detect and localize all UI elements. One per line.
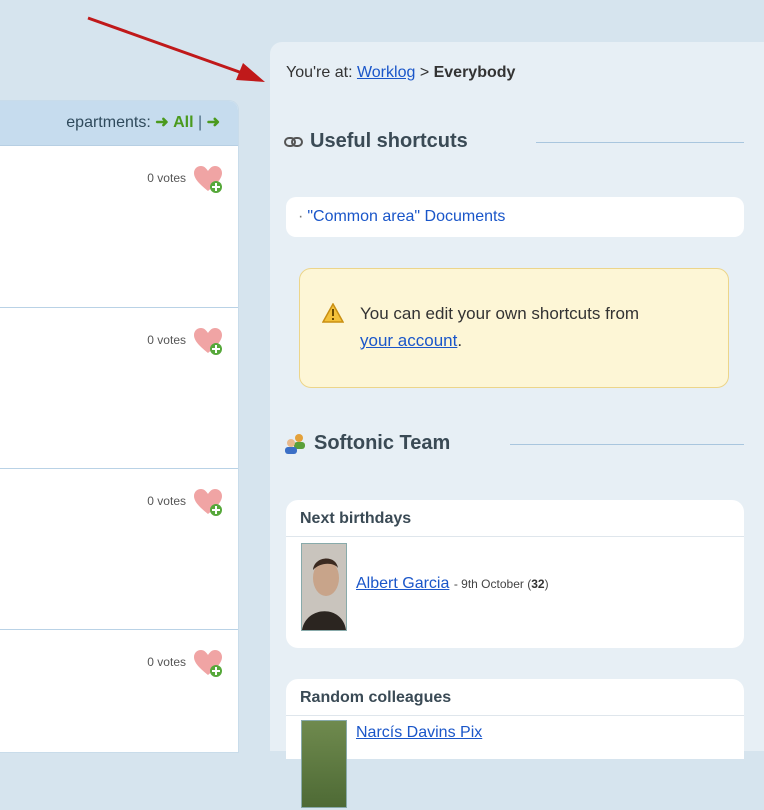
birthday-close: ) [544, 577, 549, 591]
add-vote-heart-icon[interactable] [194, 166, 224, 194]
vote-count: 0 votes [147, 494, 186, 508]
warning-icon [322, 303, 344, 323]
feed-entry: 0 votes [0, 468, 238, 630]
birthday-person: Albert Garcia - 9th October (32) [286, 537, 744, 631]
colleague-name-link[interactable]: Narcís Davins Pix [356, 724, 482, 741]
person-photo [302, 544, 346, 630]
feed-entry: 0 votes [0, 629, 238, 752]
team-title: Softonic Team [314, 432, 451, 454]
colleague-person: Narcís Davins Pix [286, 716, 744, 810]
breadcrumb-current: Everybody [433, 64, 516, 81]
card-title: Next birthdays [286, 500, 744, 537]
department-filter-bar: epartments: ➜ All | ➜ [0, 101, 238, 146]
feed-entry: 0 votes [0, 146, 238, 308]
breadcrumb-prefix: You're at: [286, 64, 353, 81]
birthday-person-name-link[interactable]: Albert Garcia [356, 575, 449, 592]
birthday-age: 32 [531, 577, 545, 591]
annotation-arrow [87, 16, 265, 82]
right-arrow-icon[interactable]: ➜ [207, 114, 220, 131]
vote-count: 0 votes [147, 333, 186, 347]
department-filter-label: epartments: [66, 114, 151, 131]
notice-text: You can edit your own shortcuts from [360, 304, 640, 323]
team-users-icon [285, 433, 305, 454]
shortcuts-title: Useful shortcuts [310, 130, 468, 152]
shortcuts-notice: You can edit your own shortcuts from you… [299, 268, 729, 388]
shortcuts-heading: Useful shortcuts [284, 130, 468, 153]
notice-end: . [457, 331, 463, 350]
breadcrumb-separator: > [419, 64, 430, 81]
breadcrumb-worklog-link[interactable]: Worklog [357, 64, 415, 81]
right-arrow-icon: ➜ [155, 114, 169, 131]
add-vote-heart-icon[interactable] [194, 489, 224, 517]
next-birthdays-card: Next birthdays Albert Garcia - 9th Octob… [286, 500, 744, 648]
add-vote-heart-icon[interactable] [194, 328, 224, 356]
avatar[interactable] [301, 720, 347, 808]
add-vote-heart-icon[interactable] [194, 650, 224, 678]
section-divider [536, 142, 744, 143]
your-account-link[interactable]: your account [360, 331, 457, 350]
shortcut-list: · "Common area" Documents [286, 197, 744, 237]
avatar[interactable] [301, 543, 347, 631]
section-divider [510, 444, 744, 445]
bullet: · [298, 208, 304, 225]
feed-entry: 0 votes [0, 307, 238, 469]
shortcut-common-area-documents[interactable]: "Common area" Documents [307, 208, 505, 225]
team-heading: Softonic Team [284, 432, 450, 455]
filter-all-link[interactable]: All [173, 114, 193, 131]
random-colleagues-card: Random colleagues Narcís Davins Pix [286, 679, 744, 808]
birthday-date: - 9th October ( [453, 577, 532, 591]
vote-count: 0 votes [147, 171, 186, 185]
activity-feed: epartments: ➜ All | ➜ 0 votes 0 votes 0 … [0, 100, 239, 753]
vote-count: 0 votes [147, 655, 186, 669]
link-chain-icon [284, 136, 303, 147]
breadcrumb: You're at: Worklog > Everybody [286, 64, 515, 82]
card-title: Random colleagues [286, 679, 744, 716]
filter-separator: | [197, 114, 203, 131]
sidebar: You're at: Worklog > Everybody Useful sh… [270, 42, 764, 808]
